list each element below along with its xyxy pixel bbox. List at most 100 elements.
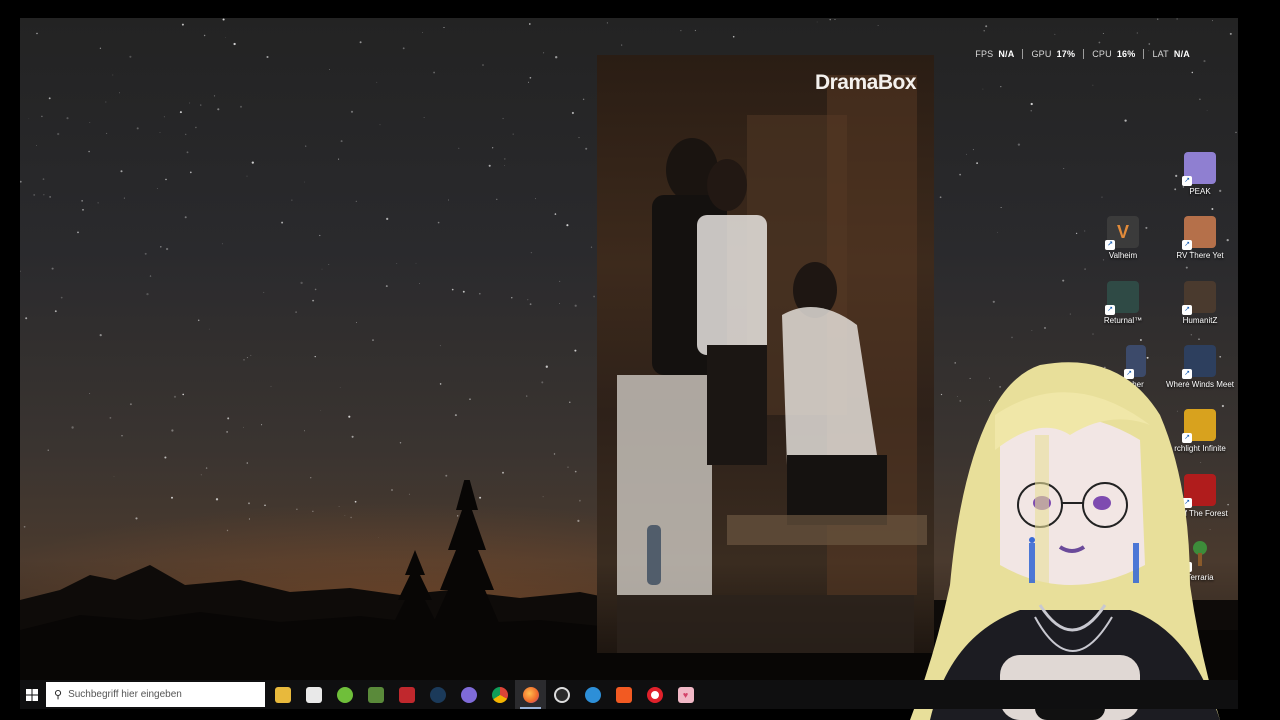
taskbar-brave[interactable] xyxy=(608,680,639,709)
star xyxy=(304,430,306,432)
minecraft-icon xyxy=(367,686,384,703)
star xyxy=(47,449,49,451)
star xyxy=(89,121,91,123)
star xyxy=(372,339,374,341)
star xyxy=(243,426,244,428)
star xyxy=(1092,333,1094,335)
desktop-icon-valheim[interactable]: V ↗ Valheim xyxy=(1087,216,1159,260)
taskbar-vtube-app[interactable]: ♥ xyxy=(670,680,701,709)
star xyxy=(1102,32,1104,35)
video-frame[interactable] xyxy=(597,55,934,653)
taskbar-microsoft-store[interactable] xyxy=(298,680,329,709)
windows-taskbar: ⚲ Suchbegriff hier eingeben ♥ xyxy=(20,680,1238,709)
star xyxy=(423,117,425,118)
taskbar-speedtest[interactable] xyxy=(546,680,577,709)
star xyxy=(574,304,577,307)
shortcut-arrow-icon: ↗ xyxy=(1105,240,1115,250)
taskbar-steam[interactable] xyxy=(422,680,453,709)
star xyxy=(530,251,533,254)
android-icon xyxy=(336,686,353,703)
star xyxy=(165,178,167,181)
star xyxy=(1211,208,1214,210)
taskbar-discord[interactable] xyxy=(453,680,484,709)
discord-icon xyxy=(460,686,477,703)
star xyxy=(488,164,491,167)
star xyxy=(554,213,557,215)
heart-icon: ♥ xyxy=(677,686,694,703)
star xyxy=(448,199,449,201)
star xyxy=(319,234,321,237)
star xyxy=(1084,230,1086,232)
chrome-icon xyxy=(491,686,508,703)
star xyxy=(959,173,961,176)
star xyxy=(105,101,107,103)
star xyxy=(305,145,307,147)
star xyxy=(385,285,388,288)
taskbar-firefox[interactable] xyxy=(515,680,546,709)
taskbar-search-box[interactable]: ⚲ Suchbegriff hier eingeben xyxy=(46,682,265,707)
star xyxy=(526,395,528,397)
desktop-icon-humanitz[interactable]: ↗ HumanitZ xyxy=(1164,281,1236,325)
taskbar-opera[interactable] xyxy=(639,680,670,709)
steam-icon xyxy=(429,686,446,703)
start-button[interactable] xyxy=(20,680,44,709)
peak-game-icon: ↗ xyxy=(1182,152,1216,186)
star xyxy=(99,334,102,337)
star xyxy=(321,268,323,270)
taskbar-minecraft[interactable] xyxy=(360,680,391,709)
star xyxy=(120,170,123,173)
star xyxy=(165,247,169,251)
shortcut-arrow-icon: ↗ xyxy=(1182,240,1192,250)
star xyxy=(51,267,54,270)
taskbar-swirl-app[interactable] xyxy=(577,680,608,709)
star xyxy=(939,196,942,199)
star xyxy=(144,252,147,255)
star xyxy=(355,200,357,202)
star xyxy=(200,474,202,476)
star xyxy=(437,221,440,224)
taskbar-file-explorer[interactable] xyxy=(267,680,298,709)
star xyxy=(451,288,454,291)
star xyxy=(415,262,417,264)
star xyxy=(89,393,91,395)
star xyxy=(1084,268,1086,270)
star xyxy=(82,209,84,211)
star xyxy=(77,231,79,234)
star xyxy=(834,19,836,20)
star xyxy=(1199,98,1201,101)
star xyxy=(1198,338,1200,340)
star xyxy=(359,41,362,44)
star xyxy=(680,30,682,32)
desktop-icon-rv-there-yet[interactable]: ↗ RV There Yet xyxy=(1164,216,1236,260)
star xyxy=(243,359,245,361)
star xyxy=(732,35,735,38)
star xyxy=(123,197,125,199)
taskbar-game-launcher[interactable] xyxy=(391,680,422,709)
star xyxy=(976,162,978,165)
star xyxy=(328,264,330,265)
metric-label: FPS xyxy=(975,49,994,59)
star xyxy=(146,292,149,296)
game-launcher-icon xyxy=(398,686,415,703)
star xyxy=(99,47,102,49)
star xyxy=(159,132,161,134)
star xyxy=(606,22,608,24)
taskbar-android-app[interactable] xyxy=(329,680,360,709)
desktop-icon-label: Returnal™ xyxy=(1103,316,1143,325)
star xyxy=(1206,109,1208,111)
star xyxy=(462,290,465,293)
desktop-icon-returnal[interactable]: ↗ Returnal™ xyxy=(1087,281,1159,325)
star xyxy=(966,153,967,155)
star xyxy=(559,280,561,282)
windows-logo-icon xyxy=(26,688,38,701)
star xyxy=(57,132,60,136)
star xyxy=(529,76,532,79)
video-player-window[interactable]: DramaBox xyxy=(597,55,934,653)
star xyxy=(149,275,152,277)
returnal-game-icon: ↗ xyxy=(1105,281,1139,315)
desktop-icon-peak[interactable]: ↗ PEAK xyxy=(1164,152,1236,196)
star xyxy=(25,317,28,320)
taskbar-chrome[interactable] xyxy=(484,680,515,709)
star xyxy=(399,442,402,444)
star xyxy=(356,321,358,323)
